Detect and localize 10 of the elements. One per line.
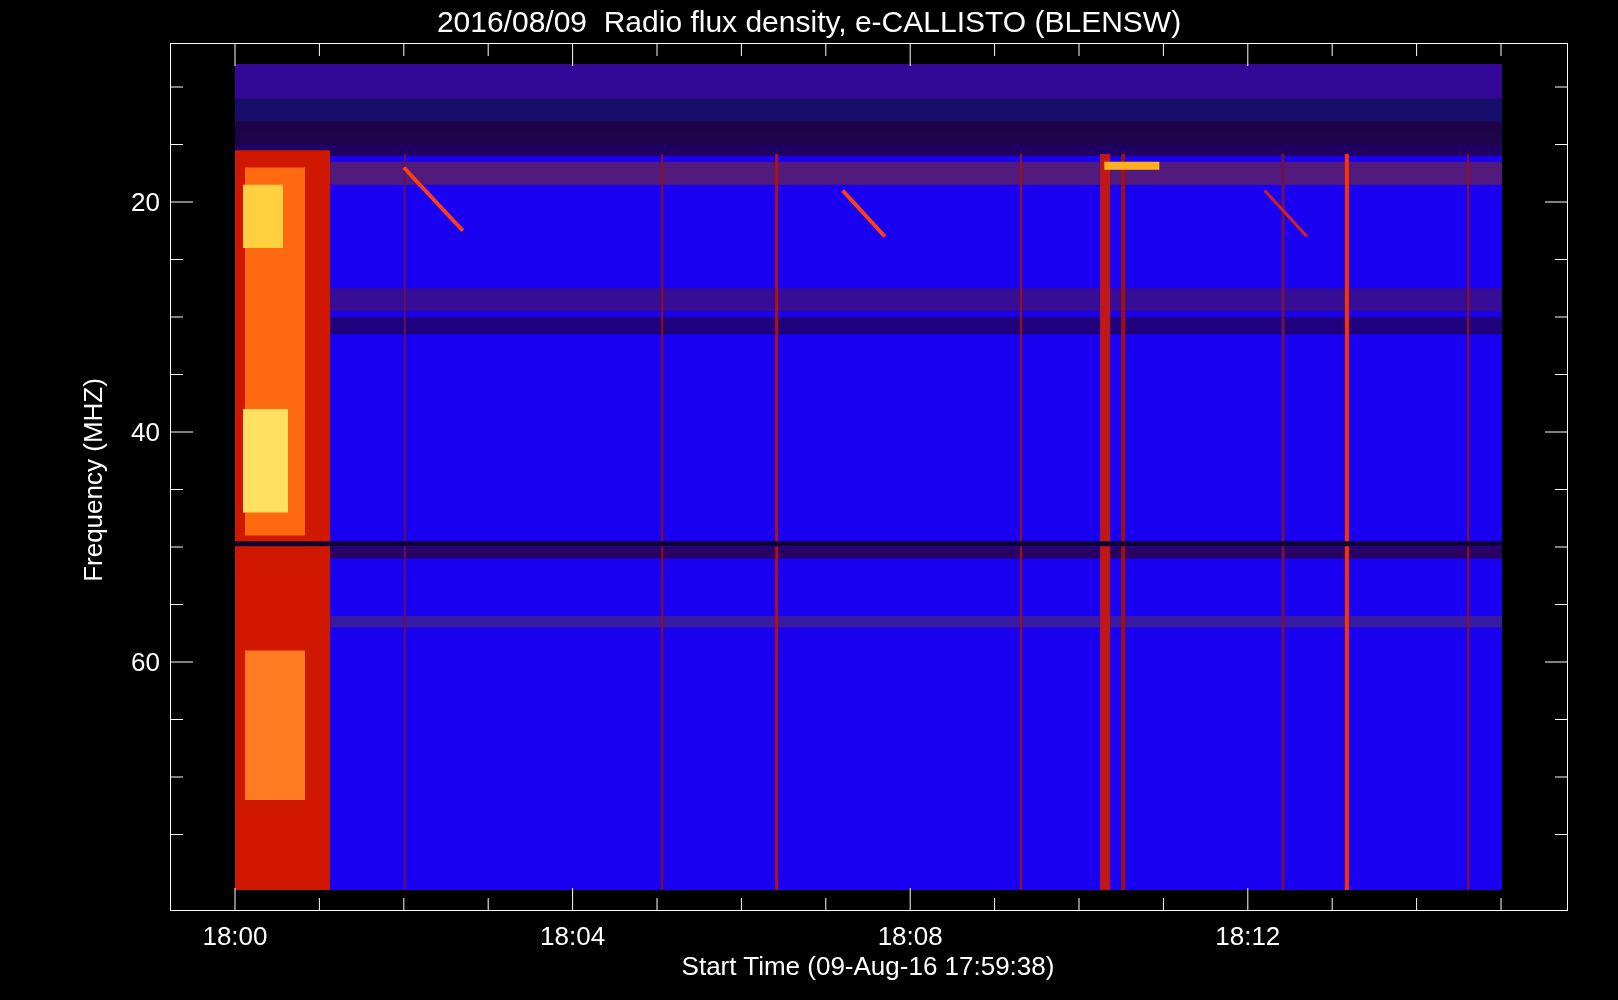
- x-tick-label: 18:00: [202, 921, 268, 951]
- x-tick-label: 18:04: [540, 921, 606, 951]
- y-axis-label: Frequency (MHZ): [78, 378, 108, 582]
- y-tick-label: 60: [131, 647, 160, 677]
- x-tick-label: 18:12: [1215, 921, 1281, 951]
- chart-title: 2016/08/09 Radio flux density, e-CALLISTO (BLENSW): [436, 5, 1182, 38]
- y-tick-label: 20: [131, 187, 160, 217]
- x-axis-label: Start Time (09-Aug-16 17:59:38): [681, 951, 1055, 981]
- x-tick-label: 18:08: [877, 921, 943, 951]
- y-tick-label: 40: [131, 417, 160, 447]
